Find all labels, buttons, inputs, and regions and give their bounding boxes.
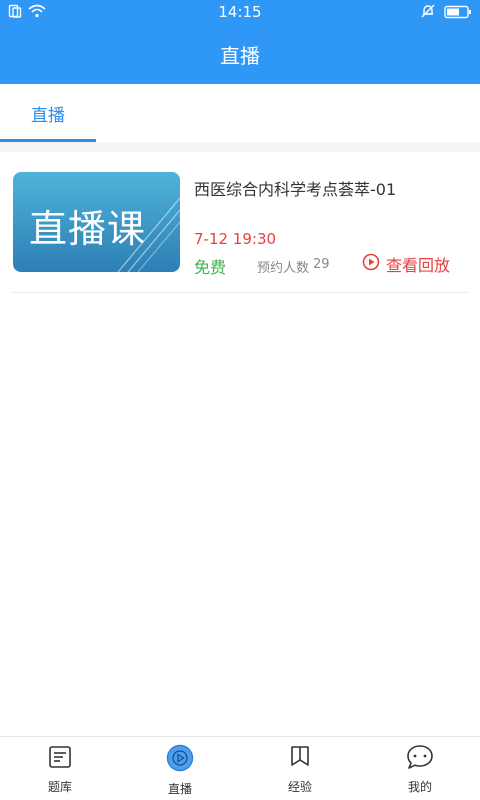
- view-replay-button[interactable]: 查看回放: [362, 252, 450, 276]
- nav-item-live[interactable]: 直播: [120, 737, 240, 800]
- reserve-number: 29: [313, 257, 330, 272]
- bookmark-icon: [287, 744, 313, 774]
- thumbnail-text: 直播课: [29, 207, 147, 251]
- course-thumbnail: 直播课: [13, 172, 180, 272]
- nav-label-question-bank: 题库: [47, 780, 72, 794]
- course-card[interactable]: 直播课 西医综合内科学考点荟萃-01 7-12 19:30 免费 预约人数 29…: [0, 152, 480, 292]
- status-bar: 14:15: [0, 0, 480, 24]
- question-bank-icon: [47, 744, 73, 774]
- nav-item-question-bank[interactable]: 题库: [0, 737, 120, 800]
- status-right: [420, 3, 472, 23]
- tab-bar: 直播: [0, 84, 480, 142]
- chat-bubble-icon: [406, 744, 434, 774]
- mute-bell-icon: [420, 3, 436, 23]
- course-price: 免费: [194, 258, 227, 277]
- battery-icon: [444, 4, 472, 23]
- replay-label: 查看回放: [386, 256, 451, 275]
- bottom-nav: 题库 直播 经验 我的: [0, 736, 480, 800]
- nav-label-experience: 经验: [287, 780, 312, 794]
- tab-live-label: 直播: [31, 105, 65, 126]
- reserve-count: 预约人数 29: [257, 257, 330, 276]
- section-gap: [0, 142, 480, 152]
- nav-item-mine[interactable]: 我的: [360, 737, 480, 800]
- card-divider: [12, 292, 468, 293]
- page-title: 直播: [220, 43, 260, 68]
- nav-item-experience[interactable]: 经验: [240, 737, 360, 800]
- tab-live[interactable]: 直播: [0, 84, 96, 142]
- nav-label-mine: 我的: [407, 780, 432, 794]
- status-time: 14:15: [218, 3, 262, 21]
- course-time: 7-12 19:30: [194, 230, 277, 248]
- nav-label-live: 直播: [167, 782, 192, 796]
- replay-play-icon: [362, 253, 380, 275]
- app-header: 直播: [0, 24, 480, 84]
- reserve-label: 预约人数: [257, 261, 310, 276]
- play-icon: [166, 744, 194, 776]
- course-title: 西医综合内科学考点荟萃-01: [194, 180, 397, 199]
